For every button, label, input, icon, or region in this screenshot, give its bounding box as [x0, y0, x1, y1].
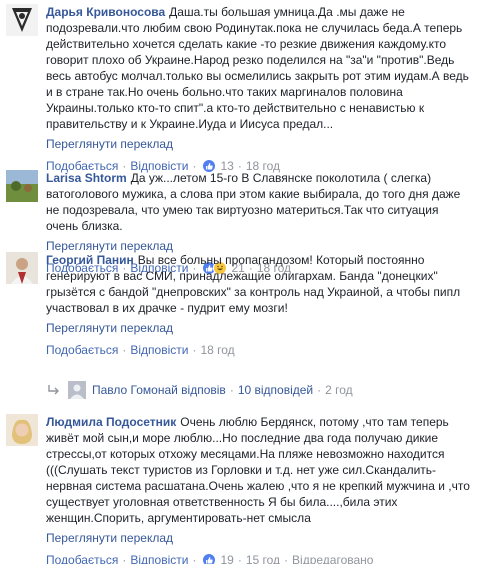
reply-link[interactable]: Відповісти [130, 552, 188, 564]
avatar[interactable] [6, 170, 38, 202]
avatar[interactable] [6, 252, 38, 284]
comment-text: Людмила Подосетник Очень люблю Бердянск, … [46, 414, 472, 526]
timestamp: 2 год [325, 383, 353, 397]
see-translation-link[interactable]: Переглянути переклад [46, 320, 472, 336]
avatar[interactable] [6, 4, 38, 36]
comment-author[interactable]: Дарья Кривоносова [46, 5, 165, 19]
timestamp[interactable]: 18 год [200, 342, 234, 358]
comment-author[interactable]: Larisa Shtorm [46, 171, 127, 185]
reply-arrow-icon [48, 385, 59, 395]
reactions[interactable]: 19 [202, 552, 234, 564]
like-link[interactable]: Подобається [46, 342, 118, 358]
comment-text: Георгий Панин Вы все больны пропагандозом… [46, 252, 472, 316]
comment-actions: Подобається · Відповісти · 18 год [46, 342, 235, 358]
reactions-count: 19 [220, 553, 234, 564]
edited-label[interactable]: Відредаговано [292, 552, 373, 564]
see-translation-link[interactable]: Переглянути переклад [46, 530, 472, 546]
comment-author[interactable]: Людмила Подосетник [46, 415, 176, 429]
see-translation-link[interactable]: Переглянути переклад [46, 136, 472, 152]
comment-author[interactable]: Георгий Панин [46, 253, 134, 267]
comment-body: Даша.ты большая умница.Да .мы даже не по… [46, 5, 469, 131]
avatar[interactable] [6, 414, 38, 446]
comment-text: Larisa Shtorm Да уж...летом 15-го В Славя… [46, 170, 472, 234]
comment-actions: Подобається · Відповісти · 19 · 15 год ·… [46, 552, 472, 564]
timestamp[interactable]: 15 год [246, 552, 280, 564]
avatar[interactable] [68, 381, 86, 399]
like-link[interactable]: Подобається [46, 552, 118, 564]
comment-body: Очень люблю Бердянск, потому ,что там те… [46, 415, 470, 525]
reply-link[interactable]: Відповісти [130, 342, 188, 358]
view-replies-row[interactable]: Павло Гомонай відповів · 10 відповідей ·… [46, 380, 353, 400]
replies-count-link[interactable]: 10 відповідей [238, 383, 313, 397]
like-reaction-icon [202, 553, 217, 564]
replier-name[interactable]: Павло Гомонай відповів [92, 383, 226, 397]
comment-text: Дарья Кривоносова Даша.ты большая умница.… [46, 4, 472, 132]
